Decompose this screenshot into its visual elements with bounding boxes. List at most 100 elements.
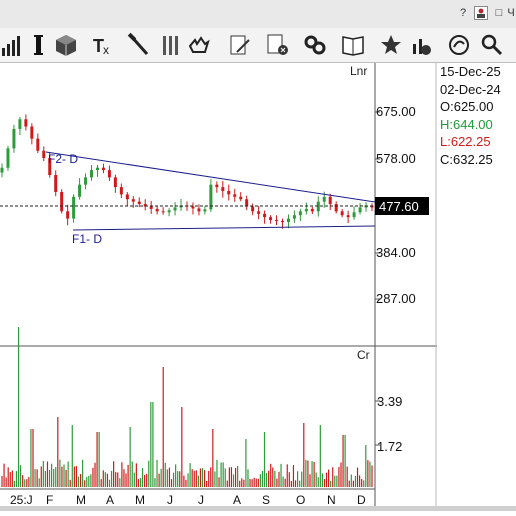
close-button[interactable]: Ч <box>504 6 516 20</box>
info-high: H:644.00 <box>440 116 493 132</box>
star-icon[interactable] <box>378 32 404 58</box>
candle-body <box>334 204 338 212</box>
hammer-icon[interactable] <box>125 32 151 58</box>
candle-body <box>239 196 243 200</box>
month-label: N <box>327 493 336 507</box>
candle-body <box>84 177 88 185</box>
text-tool-icon[interactable]: Tx <box>90 32 116 58</box>
title-bar: ? □ Ч <box>0 0 516 29</box>
info-date: 15-Dec-25 <box>440 64 501 79</box>
candle-body <box>113 177 117 188</box>
candle-body <box>30 126 34 139</box>
month-label: M <box>76 493 86 507</box>
volume-tick: 3.39 <box>377 394 402 409</box>
book-icon[interactable] <box>340 32 366 58</box>
toolbar: Tx <box>0 28 516 63</box>
candle-body <box>125 194 129 200</box>
info-date: 02-Dec-24 <box>440 81 501 97</box>
parallel-lines-icon[interactable] <box>157 32 183 58</box>
price-scale-label: Lnr <box>350 64 367 78</box>
candle-body <box>107 170 111 178</box>
ohlc-panel: 15-Dec-25 02-Dec-24 O:625.00 H:644.00 L:… <box>440 63 516 511</box>
candle-body <box>167 210 171 213</box>
lower-trendline[interactable] <box>72 225 376 231</box>
candle-body <box>161 211 165 213</box>
svg-text:x: x <box>103 43 109 57</box>
month-label: D <box>357 493 366 507</box>
price-tick: 384.00 <box>376 245 416 260</box>
hand-pointer-icon[interactable] <box>185 32 211 58</box>
candle-body <box>101 167 105 171</box>
month-label: 25:J <box>10 493 33 507</box>
candle-body <box>12 128 16 149</box>
candle-body <box>119 187 123 195</box>
price-candles <box>0 114 374 229</box>
candle-body <box>191 206 195 209</box>
price-chart[interactable]: F2- D F1- D 477.60 Lnr Cr 675.00 578.00 … <box>0 63 437 511</box>
candle-body <box>173 207 177 211</box>
trendline-label-upper: F2- D <box>48 152 78 166</box>
candle-body <box>340 211 344 216</box>
candle-body <box>137 201 141 205</box>
candle-body <box>322 196 326 202</box>
candle-body <box>257 211 261 214</box>
link-icon[interactable] <box>302 32 328 58</box>
candle-body <box>292 215 296 219</box>
candle-body <box>280 221 284 223</box>
candle-body <box>221 187 225 191</box>
candle-body <box>197 208 201 212</box>
candle-body <box>286 218 290 222</box>
candle-body <box>18 119 22 129</box>
candle-body <box>215 184 219 188</box>
candle-body <box>6 148 10 168</box>
trendline-label-lower: F1- D <box>72 232 102 246</box>
candle-body <box>203 209 207 212</box>
volume-bars <box>1 327 373 487</box>
candle-body <box>155 208 159 212</box>
candle-body <box>358 207 362 213</box>
edit-document-icon[interactable] <box>227 32 253 58</box>
month-label: M <box>135 493 145 507</box>
info-close: C:632.25 <box>440 151 493 167</box>
candle-body <box>95 167 99 171</box>
candle-body <box>90 170 94 178</box>
candle-body <box>304 208 308 212</box>
bar-chart-icon[interactable] <box>0 32 26 58</box>
volume-tick: 1.72 <box>377 439 402 454</box>
alert-chart-icon[interactable] <box>408 32 434 58</box>
candle-body <box>251 206 255 212</box>
candle-body <box>24 119 28 127</box>
help-button[interactable]: ? <box>456 6 470 20</box>
chart-area[interactable]: F2- D F1- D 477.60 Lnr Cr 675.00 578.00 … <box>0 63 437 511</box>
month-label: A <box>106 493 114 507</box>
month-label: J <box>167 493 173 507</box>
candle-body <box>54 174 58 192</box>
price-tick: 578.00 <box>376 151 416 166</box>
search-settings-icon[interactable] <box>479 32 505 58</box>
candle-body <box>78 184 82 197</box>
month-label: J <box>198 493 204 507</box>
refresh-icon[interactable] <box>446 32 472 58</box>
candle-body <box>227 190 231 195</box>
user-icon[interactable] <box>474 6 488 20</box>
price-tick: 287.00 <box>376 291 416 306</box>
cube-icon[interactable] <box>53 32 79 58</box>
month-label: S <box>262 493 270 507</box>
candle-body <box>0 167 4 173</box>
candle-body <box>72 196 76 219</box>
candle-body <box>66 211 70 219</box>
current-price-label: 477.60 <box>379 199 419 214</box>
crosshair-icon[interactable] <box>26 32 52 58</box>
candle-body <box>36 138 40 151</box>
delete-document-icon[interactable] <box>265 32 291 58</box>
candle-body <box>328 196 332 205</box>
candle-body <box>60 191 64 212</box>
candle-body <box>233 194 237 197</box>
candle-body <box>131 199 135 202</box>
candle-body <box>269 217 273 221</box>
candle-body <box>263 213 267 218</box>
candle-body <box>275 220 279 222</box>
info-low: L:622.25 <box>440 134 491 149</box>
info-open: O:625.00 <box>440 99 494 114</box>
candle-body <box>42 150 46 159</box>
